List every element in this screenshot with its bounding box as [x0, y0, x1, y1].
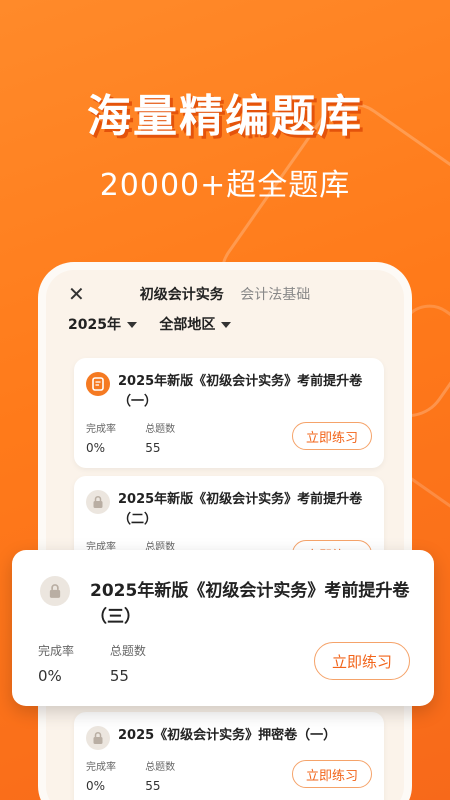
- total-label: 总题数: [145, 424, 176, 435]
- completion-stat: 完成率 0%: [38, 642, 74, 685]
- caret-down-icon: [126, 322, 137, 328]
- completion-value: 0%: [86, 779, 106, 793]
- subject-tabs: 初级会计实务 会计法基础: [46, 284, 404, 304]
- exam-stats: 完成率 0% 总题数 55: [38, 642, 178, 685]
- total-stat: 总题数 55: [145, 758, 175, 793]
- completion-value: 0%: [38, 667, 62, 685]
- lock-icon: [86, 490, 110, 514]
- exam-title: 2025年新版《初级会计实务》考前提升卷（三）: [90, 581, 410, 627]
- exam-stats: 完成率 0% 总题数 55: [86, 758, 201, 793]
- document-icon: [86, 372, 110, 396]
- exam-title: 2025年新版《初级会计实务》考前提升卷（一）: [118, 374, 363, 409]
- total-value: 55: [109, 667, 129, 685]
- top-bar: ✕ 初级会计实务 会计法基础: [46, 270, 404, 314]
- total-stat: 总题数 55: [145, 420, 175, 455]
- completion-label: 完成率: [86, 424, 116, 435]
- practice-button[interactable]: 立即练习: [314, 642, 410, 680]
- total-value: 55: [145, 779, 161, 793]
- total-label: 总题数: [109, 644, 146, 658]
- tab-initial-accounting[interactable]: 初级会计实务: [140, 284, 224, 304]
- region-filter[interactable]: 全部地区: [159, 314, 232, 334]
- year-filter[interactable]: 2025年: [68, 314, 137, 334]
- exam-stats: 完成率 0% 总题数 55: [86, 420, 201, 455]
- tab-accounting-law[interactable]: 会计法基础: [240, 284, 310, 304]
- year-filter-label: 2025年: [68, 317, 121, 333]
- total-stat: 总题数 55: [110, 642, 146, 685]
- exam-card[interactable]: 2025《初级会计实务》押密卷（一） 完成率 0% 总题数 55 立即练习: [74, 712, 384, 800]
- promo-headline: 海量精编题库: [87, 91, 363, 142]
- total-value: 55: [145, 441, 161, 455]
- practice-button[interactable]: 立即练习: [292, 422, 372, 450]
- exam-title: 2025年新版《初级会计实务》考前提升卷（二）: [118, 492, 363, 527]
- lock-icon: [40, 576, 70, 606]
- phone-mockup: ✕ 初级会计实务 会计法基础 2025年 全部地区 2025年新版《初级会计实务…: [38, 262, 412, 800]
- completion-stat: 完成率 0%: [86, 420, 116, 455]
- filter-bar: 2025年 全部地区: [46, 314, 404, 348]
- completion-stat: 完成率 0%: [86, 758, 116, 793]
- promo-subline: 20000+超全题库: [99, 168, 351, 203]
- region-filter-label: 全部地区: [159, 317, 216, 333]
- caret-down-icon: [221, 322, 232, 328]
- completion-label: 完成率: [86, 762, 116, 773]
- exam-title: 2025《初级会计实务》押密卷（一）: [118, 728, 337, 743]
- completion-label: 完成率: [38, 644, 75, 658]
- total-label: 总题数: [145, 762, 176, 773]
- lock-icon: [86, 726, 110, 750]
- practice-button[interactable]: 立即练习: [292, 760, 372, 788]
- highlighted-exam-card[interactable]: 2025年新版《初级会计实务》考前提升卷（三） 完成率 0% 总题数 55 立即练习: [12, 550, 434, 706]
- completion-value: 0%: [86, 441, 106, 455]
- exam-card[interactable]: 2025年新版《初级会计实务》考前提升卷（一） 完成率 0% 总题数 55 立即练习: [74, 358, 384, 468]
